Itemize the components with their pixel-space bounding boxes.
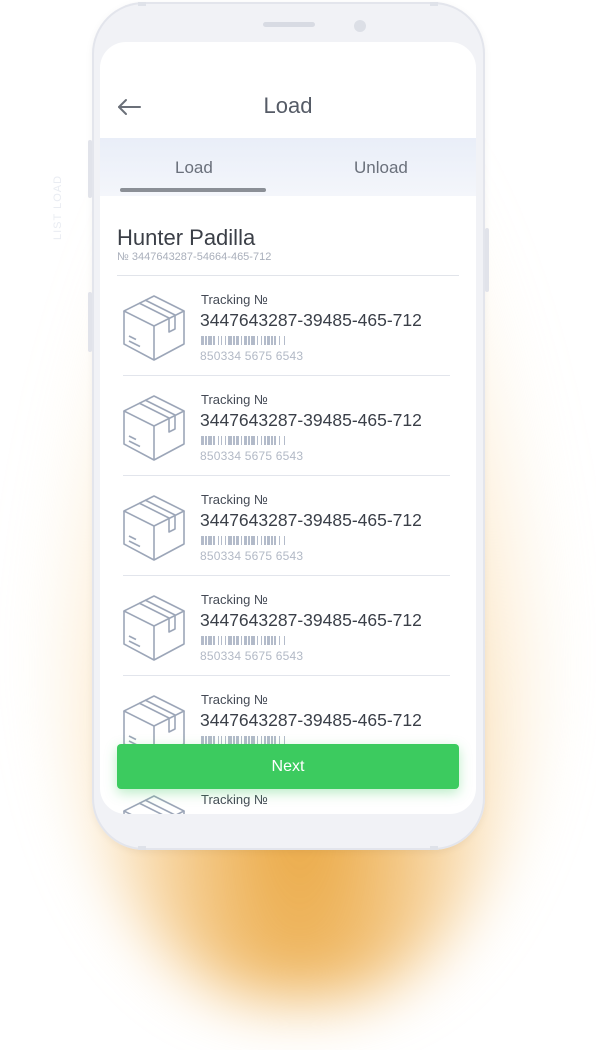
next-button[interactable]: Next (117, 744, 459, 789)
tracking-number: 3447643287-39485-465-712 (200, 510, 422, 530)
phone-side-button-left-1 (88, 140, 92, 198)
tab-load[interactable]: Load (175, 158, 213, 178)
package-box-icon (122, 392, 186, 462)
tracking-label: Tracking № (201, 492, 268, 507)
app-header: Load (100, 42, 476, 138)
barcode-number: 850334 5675 6543 (200, 449, 304, 463)
tracking-number: 3447643287-39485-465-712 (200, 610, 422, 630)
phone-camera (354, 20, 366, 32)
tab-bar: Load Unload (100, 138, 476, 196)
package-box-icon (122, 292, 186, 362)
side-label: LIST LOAD (52, 174, 64, 240)
active-tab-indicator (120, 188, 266, 192)
list-item[interactable]: Tracking № 3447643287-39485-465-712 8503… (100, 576, 476, 676)
tracking-label: Tracking № (201, 592, 268, 607)
barcode-graphic (201, 436, 309, 445)
phone-side-button-right (485, 228, 489, 292)
list-item[interactable]: Tracking № 3447643287-39485-465-712 8503… (100, 376, 476, 476)
phone-speaker (263, 22, 315, 27)
tracking-number: 3447643287-39485-465-712 (200, 310, 422, 330)
list-item[interactable]: Tracking № 3447643287-39485-465-712 8503… (100, 476, 476, 576)
phone-side-button-left-2 (88, 292, 92, 352)
barcode-graphic (201, 536, 309, 545)
barcode-graphic (201, 636, 309, 645)
customer-number: № 3447643287-54664-465-712 (117, 251, 272, 263)
barcode-number: 850334 5675 6543 (200, 549, 304, 563)
customer-name: Hunter Padilla (117, 225, 256, 250)
page-title: Load (263, 93, 313, 118)
phone-edge-mark (138, 2, 146, 6)
barcode-graphic (201, 336, 309, 345)
phone-edge-mark (138, 846, 146, 850)
list-item[interactable]: Tracking № 3447643287-39485-465-712 8503… (100, 276, 476, 376)
tracking-number: 3447643287-39485-465-712 (200, 410, 422, 430)
app-screen: Load Load Unload Hunter Padilla № 344764… (100, 42, 476, 814)
tracking-number: 3447643287-39485-465-712 (200, 710, 422, 730)
phone-edge-mark (430, 2, 438, 6)
tab-unload[interactable]: Unload (354, 158, 408, 178)
package-box-icon (122, 492, 186, 562)
package-box-icon (122, 592, 186, 662)
barcode-number: 850334 5675 6543 (200, 349, 304, 363)
barcode-number: 850334 5675 6543 (200, 649, 304, 663)
tracking-number: 3447643287-39485-465-712 (200, 810, 422, 814)
tracking-label: Tracking № (201, 792, 268, 807)
tracking-label: Tracking № (201, 392, 268, 407)
phone-edge-mark (430, 846, 438, 850)
tracking-label: Tracking № (201, 292, 268, 307)
tracking-label: Tracking № (201, 692, 268, 707)
package-box-icon (122, 792, 186, 814)
